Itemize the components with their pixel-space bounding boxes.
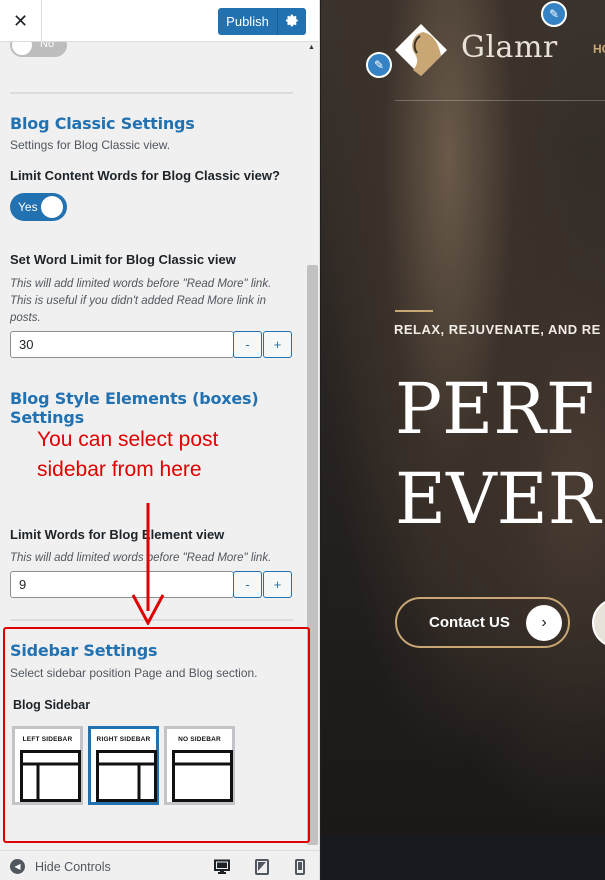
publish-button-group: Publish bbox=[218, 8, 306, 35]
word-limit-help: This will add limited words before "Read… bbox=[10, 278, 272, 324]
edit-shortcut-logo[interactable]: ✎ bbox=[366, 52, 392, 78]
contact-us-button[interactable]: Contact US › bbox=[395, 597, 570, 648]
sidebar-settings-title: Sidebar Settings bbox=[10, 641, 158, 660]
annotation-arrow bbox=[131, 503, 165, 625]
element-limit-label: Limit Words for Blog Element view bbox=[10, 527, 225, 542]
hide-controls-button[interactable]: ◀ Hide Controls bbox=[10, 859, 111, 874]
hero-headline-line1: PERF bbox=[395, 368, 595, 450]
no-sidebar-layout-icon bbox=[172, 750, 233, 802]
customizer-header: ✕ Publish bbox=[0, 0, 319, 42]
element-limit-decrement-button[interactable]: - bbox=[233, 571, 262, 598]
site-logo-text[interactable]: Glamr bbox=[461, 30, 558, 65]
header-divider bbox=[395, 100, 605, 101]
mobile-icon[interactable] bbox=[292, 859, 308, 875]
hero-tagline: RELAX, REJUVENATE, AND RE bbox=[394, 322, 601, 337]
word-limit-increment-button[interactable]: + bbox=[263, 331, 292, 358]
toggle-knob bbox=[41, 196, 63, 218]
chevron-right-icon: › bbox=[526, 605, 562, 641]
hero-thumbnail[interactable] bbox=[592, 598, 605, 648]
hero-headline: PERF EVER bbox=[395, 364, 600, 544]
word-limit-decrement-button[interactable]: - bbox=[233, 331, 262, 358]
close-button[interactable]: ✕ bbox=[0, 0, 42, 42]
site-logo-icon[interactable] bbox=[393, 22, 449, 78]
limit-words-toggle-label: Yes bbox=[18, 200, 38, 214]
tablet-icon[interactable] bbox=[254, 859, 270, 875]
limit-words-label: Limit Content Words for Blog Classic vie… bbox=[10, 168, 280, 183]
element-limit-increment-button[interactable]: + bbox=[263, 571, 292, 598]
word-limit-input[interactable]: 30 bbox=[10, 331, 234, 358]
close-icon: ✕ bbox=[12, 10, 29, 31]
limit-words-toggle[interactable]: Yes bbox=[10, 193, 67, 221]
edit-shortcut-nav[interactable]: ✎ bbox=[541, 1, 567, 27]
option-caption: LEFT SIDEBAR bbox=[22, 736, 73, 743]
site-preview: Glamr HO ✎ ✎ RELAX, REJUVENATE, AND RE P… bbox=[321, 0, 605, 880]
option-caption: NO SIDEBAR bbox=[178, 736, 221, 743]
blog-elements-title: Blog Style Elements (boxes) Settings bbox=[10, 389, 259, 427]
hide-controls-label: Hide Controls bbox=[35, 859, 111, 874]
sidebar-settings-description: Select sidebar position Page and Blog se… bbox=[10, 666, 258, 680]
right-sidebar-option[interactable]: RIGHT SIDEBAR bbox=[88, 726, 159, 805]
no-sidebar-option[interactable]: NO SIDEBAR bbox=[164, 726, 235, 805]
left-sidebar-option[interactable]: LEFT SIDEBAR bbox=[12, 726, 83, 805]
nav-item-home[interactable]: HO bbox=[593, 42, 605, 56]
blog-classic-description: Settings for Blog Classic view. bbox=[10, 138, 171, 152]
option-caption: RIGHT SIDEBAR bbox=[96, 736, 151, 743]
blog-classic-title: Blog Classic Settings bbox=[10, 114, 195, 133]
gear-icon[interactable] bbox=[278, 14, 306, 30]
left-sidebar-layout-icon bbox=[20, 750, 81, 802]
scroll-up-arrow-icon[interactable]: ▲ bbox=[308, 44, 315, 51]
gold-accent-line bbox=[395, 310, 433, 312]
desktop-icon[interactable] bbox=[214, 859, 230, 875]
customizer-footer: ◀ Hide Controls bbox=[0, 850, 319, 880]
publish-button[interactable]: Publish bbox=[218, 8, 278, 35]
pencil-icon: ✎ bbox=[548, 7, 560, 21]
right-sidebar-layout-icon bbox=[96, 750, 157, 802]
hero-headline-line2: EVER bbox=[395, 458, 601, 540]
annotation-text: You can select post sidebar from here bbox=[37, 428, 219, 481]
collapse-arrow-icon: ◀ bbox=[10, 859, 25, 874]
pencil-icon: ✎ bbox=[373, 58, 385, 72]
blog-sidebar-label: Blog Sidebar bbox=[13, 698, 91, 712]
contact-us-label: Contact US bbox=[429, 614, 510, 631]
element-limit-input[interactable]: 9 bbox=[10, 571, 234, 598]
word-limit-label: Set Word Limit for Blog Classic view bbox=[10, 252, 236, 267]
customizer-panel: No ✕ Publish ▲ Blog Classic Settings Set… bbox=[0, 0, 320, 880]
section-divider bbox=[10, 92, 293, 94]
preview-footer-strip bbox=[321, 836, 605, 880]
